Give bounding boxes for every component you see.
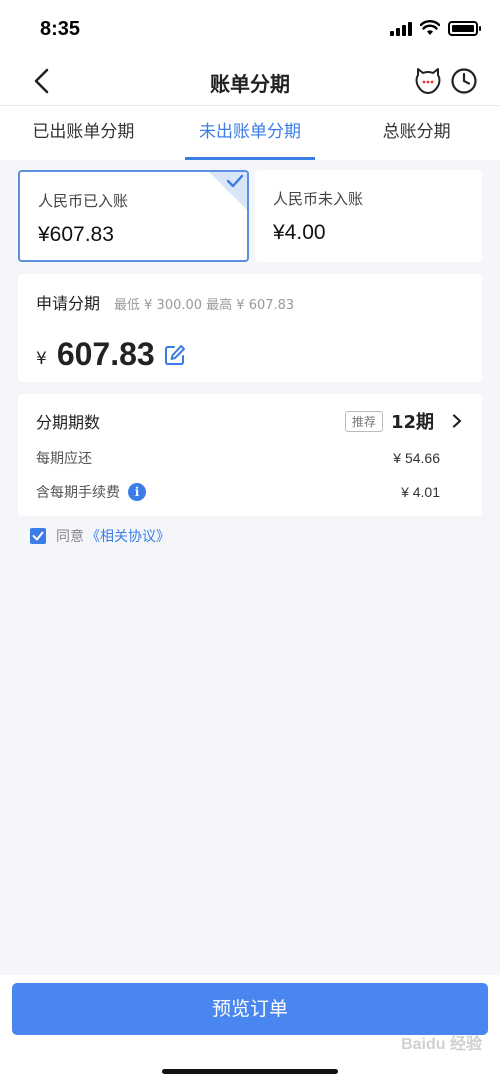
fee-value: ¥ 4.01 (401, 484, 440, 500)
agreement-text: 同意 (56, 529, 84, 545)
bill-card-label: 人民币已入账 (38, 192, 129, 210)
bill-card-label: 人民币未入账 (273, 190, 364, 208)
apply-amount-input[interactable]: 607.83 (57, 336, 155, 373)
home-indicator[interactable] (162, 1069, 338, 1074)
info-icon[interactable]: i (128, 483, 146, 501)
fee-label-wrap: 含每期手续费 i (36, 482, 146, 502)
bill-card-posted[interactable]: 人民币已入账 ¥607.83 (18, 170, 249, 262)
term-value: 12期 (390, 412, 434, 433)
bill-card-amount: ¥607.83 (38, 223, 114, 246)
per-period-label: 每期应还 (36, 451, 92, 467)
history-clock-icon[interactable] (450, 67, 478, 95)
agreement-checkbox[interactable] (30, 528, 46, 544)
installment-term-card: 分期期数 推荐 12期 每期应还 ¥ 54.66 含每期手续费 i ¥ 4.01 (18, 394, 482, 516)
status-time: 8:35 (40, 18, 81, 40)
preview-order-button[interactable]: 预览订单 (12, 983, 488, 1035)
checkbox-check-icon (32, 531, 44, 541)
nav-bar: 账单分期 (0, 58, 500, 106)
cat-service-icon[interactable] (414, 67, 442, 95)
status-icons (390, 20, 481, 36)
agreement-row: 同意 《相关协议》 (30, 526, 170, 546)
edit-icon[interactable] (163, 343, 187, 367)
bill-card-amount: ¥4.00 (273, 221, 326, 244)
baidu-watermark: Baidu 经验 (401, 1036, 482, 1053)
bill-card-unposted[interactable]: 人民币未入账 ¥4.00 (255, 170, 482, 262)
recommend-badge: 推荐 (344, 410, 383, 432)
bill-type-selector: 人民币已入账 ¥607.83 人民币未入账 ¥4.00 (18, 170, 482, 262)
wifi-icon (420, 20, 440, 35)
signal-icon (390, 20, 412, 36)
tab-unbilled-installment[interactable]: 未出账单分期 (167, 106, 334, 160)
bottom-area: 预览订单 (0, 975, 500, 1083)
agreement-link[interactable]: 《相关协议》 (86, 526, 170, 546)
chevron-right-icon (452, 414, 462, 428)
per-period-value: ¥ 54.66 (393, 450, 440, 466)
apply-range: 最低 ¥ 300.00 最高 ¥ 607.83 (114, 298, 295, 313)
tab-total-installment[interactable]: 总账分期 (333, 106, 500, 160)
apply-title: 申请分期 (36, 294, 101, 313)
tab-bar: 已出账单分期 未出账单分期 总账分期 (0, 106, 500, 160)
apply-installment-card: 申请分期 最低 ¥ 300.00 最高 ¥ 607.83 ¥ 607.83 (18, 274, 482, 382)
tab-billed-installment[interactable]: 已出账单分期 (0, 106, 167, 160)
currency-sign: ¥ (36, 348, 47, 369)
term-selector[interactable]: 推荐 12期 (344, 408, 464, 434)
battery-icon (448, 20, 481, 36)
fee-label: 含每期手续费 (36, 485, 120, 501)
checkmark-icon (226, 174, 244, 188)
term-title: 分期期数 (36, 413, 101, 432)
status-bar: 8:35 (0, 0, 500, 58)
